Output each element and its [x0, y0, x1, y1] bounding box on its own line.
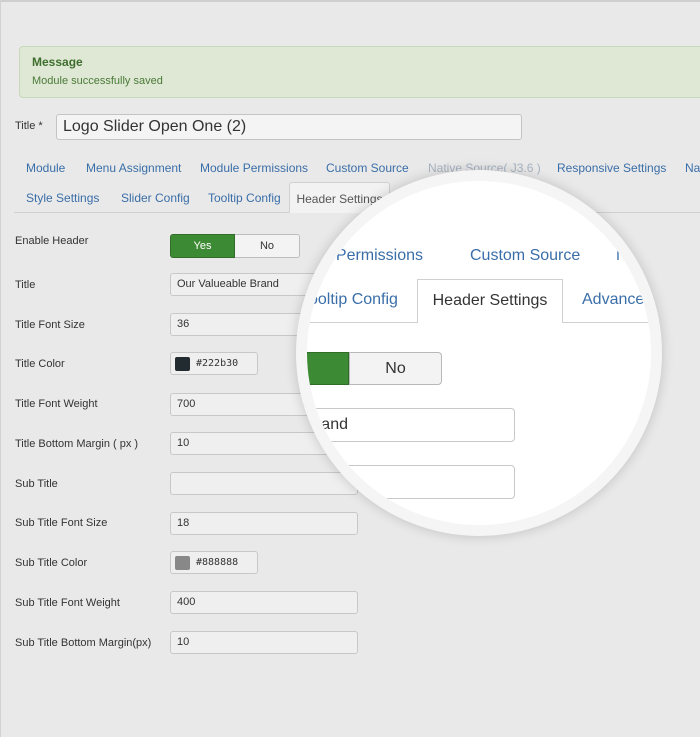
zoom-tab-line-left [307, 322, 417, 323]
tab-module-permissions[interactable]: Module Permissions [200, 161, 308, 175]
tab-custom-source[interactable]: Custom Source [326, 161, 409, 175]
zoom-tab-tooltip-config: ooltip Config [309, 291, 398, 308]
sub-title-color-value: #888888 [196, 557, 239, 568]
sub-title-label: Sub Title [15, 478, 58, 490]
tab-slider-config[interactable]: Slider Config [121, 191, 190, 205]
zoom-title-input: able Brand [307, 408, 515, 442]
zoom-tab-advanced: Advanced [582, 291, 654, 308]
tab-module[interactable]: Module [26, 161, 65, 175]
title-color-value: #222b30 [196, 358, 239, 369]
sub-title-font-size-label: Sub Title Font Size [15, 517, 108, 529]
sub-title-color-swatch [175, 556, 190, 570]
tab-tooltip-config[interactable]: Tooltip Config [208, 191, 281, 205]
title-color-label: Title Color [15, 358, 65, 370]
message-title: Message [32, 55, 83, 69]
enable-header-label: Enable Header [15, 235, 89, 247]
success-message: Message Module successfully saved [19, 46, 700, 98]
enable-header-yes-button[interactable]: Yes [170, 234, 235, 258]
enable-header-no-button[interactable]: No [235, 234, 300, 258]
zoom-tab-header-settings: Header Settings [417, 279, 563, 323]
title-font-size-label: Title Font Size [15, 319, 85, 331]
tab-style-settings[interactable]: Style Settings [26, 191, 99, 205]
tab-menu-assignment[interactable]: Menu Assignment [86, 161, 181, 175]
title-font-weight-label: Title Font Weight [15, 398, 98, 410]
zoom-yes-button [307, 352, 349, 385]
sub-title-color-picker[interactable]: #888888 [170, 551, 258, 574]
message-text: Module successfully saved [32, 75, 163, 87]
title-color-picker[interactable]: #222b30 [170, 352, 258, 375]
module-title-input[interactable]: Logo Slider Open One (2) [56, 114, 522, 140]
sub-title-font-weight-label: Sub Title Font Weight [15, 597, 120, 609]
zoom-tab-custom-source: Custom Source [470, 247, 581, 264]
tab-na[interactable]: Na [685, 161, 700, 175]
left-border [0, 0, 1, 737]
tab-responsive-settings[interactable]: Responsive Settings [557, 161, 666, 175]
sub-title-bottom-margin-input[interactable]: 10 [170, 631, 358, 654]
enable-header-toggle: Yes No [170, 234, 300, 258]
zoom-tab-line-right [563, 322, 651, 323]
zoom-font-size-input [307, 465, 515, 499]
sub-title-font-weight-input[interactable]: 400 [170, 591, 358, 614]
zoom-tab-module-permissions: le Permissions [319, 247, 424, 264]
title-label: Title * [15, 120, 43, 132]
zoomed-content: le Permissions Custom Source Na ooltip C… [307, 181, 651, 525]
top-border [0, 0, 700, 2]
title-bottom-margin-label: Title Bottom Margin ( px ) [15, 438, 139, 450]
zoom-tab-na: Na [616, 247, 637, 264]
title-color-swatch [175, 357, 190, 371]
zoom-magnifier: le Permissions Custom Source Na ooltip C… [296, 170, 662, 536]
sub-title-bottom-margin-label: Sub Title Bottom Margin(px) [15, 637, 152, 649]
title-field-label: Title [15, 279, 36, 291]
sub-title-color-label: Sub Title Color [15, 557, 88, 569]
zoom-no-button: No [349, 352, 442, 385]
